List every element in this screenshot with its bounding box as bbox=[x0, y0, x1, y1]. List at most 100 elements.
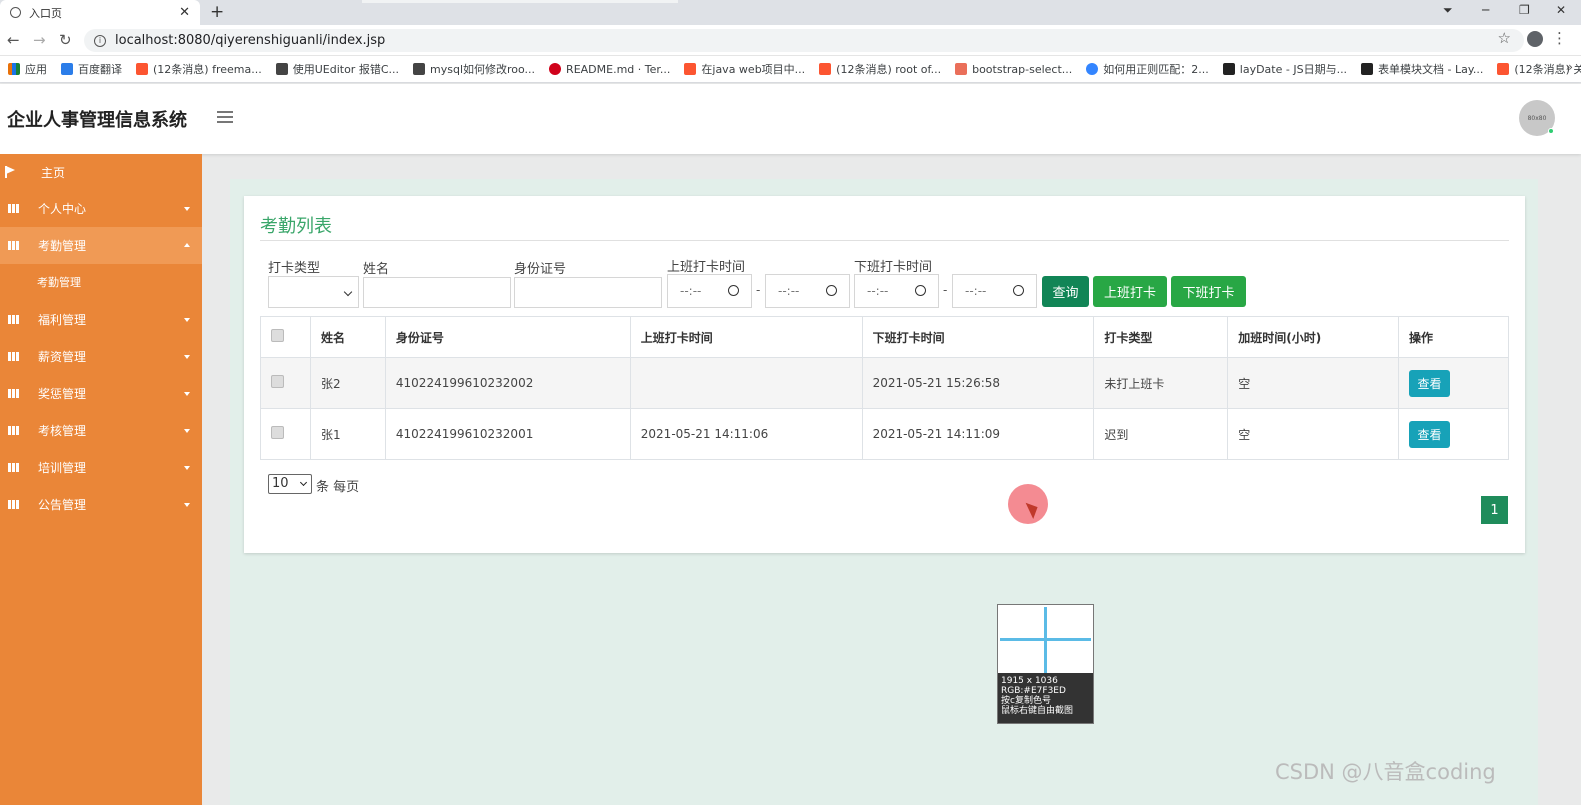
caret-down-icon bbox=[184, 429, 190, 433]
forward-icon[interactable]: → bbox=[33, 31, 46, 49]
brand-title: 企业人事管理信息系统 bbox=[7, 110, 187, 131]
sidebar-subitem-attendance[interactable]: 考勤管理 bbox=[0, 265, 202, 299]
bookmark-item[interactable]: 使用UEditor 报错C... bbox=[275, 61, 399, 77]
restore-icon[interactable]: ❐ bbox=[1519, 3, 1530, 17]
sidebar-item-home[interactable]: 主页 bbox=[0, 154, 202, 191]
csdn-icon bbox=[684, 63, 697, 75]
info-icon[interactable]: i bbox=[94, 34, 106, 47]
bookmark-star-icon[interactable]: ☆ bbox=[1498, 29, 1511, 47]
bookmark-item[interactable]: mysql如何修改roo... bbox=[413, 61, 535, 77]
bookmark-item[interactable]: 表单模块文档 - Lay... bbox=[1361, 61, 1483, 77]
sidebar-item-attendance[interactable]: 考勤管理 bbox=[0, 227, 202, 264]
name-filter-label: 姓名 bbox=[363, 262, 390, 277]
column-header[interactable]: 加班时间(小时) bbox=[1227, 316, 1400, 358]
view-button[interactable]: 查看 bbox=[1409, 369, 1451, 397]
sidebar-item-training[interactable]: 培训管理 bbox=[0, 449, 202, 486]
query-button[interactable]: 查询 bbox=[1042, 276, 1089, 307]
new-tab-icon[interactable]: + bbox=[210, 2, 224, 22]
window-close-icon[interactable]: ✕ bbox=[1556, 3, 1566, 17]
view-button[interactable]: 查看 bbox=[1409, 420, 1451, 448]
color-picker-overlay: 1915 x 1036 RGB:#E7F3ED 按c复制色号 鼠标右键自由截图 bbox=[997, 604, 1094, 724]
action-cell: 查看 bbox=[1398, 408, 1509, 460]
clock-icon[interactable] bbox=[1013, 285, 1024, 296]
column-header[interactable]: 打卡类型 bbox=[1093, 316, 1229, 358]
name-filter-input[interactable] bbox=[363, 277, 511, 308]
column-header[interactable]: 上班打卡时间 bbox=[629, 316, 863, 358]
clock-out-start-time-input[interactable]: --:-- bbox=[854, 274, 939, 308]
attendance-table: 姓名 身份证号 上班打卡时间 下班打卡时间 打卡类型 加班时间(小时) 操作 张… bbox=[260, 316, 1509, 460]
picker-info: 1915 x 1036 RGB:#E7F3ED 按c复制色号 鼠标右键自由截图 bbox=[998, 673, 1093, 723]
clock-icon[interactable] bbox=[826, 285, 837, 296]
reload-icon[interactable]: ↻ bbox=[59, 31, 72, 49]
loading-bar bbox=[362, 0, 678, 3]
id-cell: 410224199610232001 bbox=[384, 408, 631, 460]
menu-toggle-icon[interactable] bbox=[217, 111, 233, 123]
watermark: CSDN @八音盒coding bbox=[1275, 760, 1496, 784]
sidebar-item-label: 薪资管理 bbox=[38, 350, 87, 364]
type-filter-select[interactable] bbox=[268, 276, 359, 308]
browser-tab[interactable]: 入口页 ✕ bbox=[0, 0, 200, 25]
clock-icon[interactable] bbox=[915, 285, 926, 296]
site-icon bbox=[275, 63, 288, 75]
globe-icon bbox=[10, 7, 21, 18]
page-button-current[interactable]: 1 bbox=[1481, 496, 1508, 524]
clock-in-filter-label: 上班打卡时间 bbox=[667, 260, 746, 275]
clock-in-cell: 2021-05-21 14:11:06 bbox=[629, 408, 863, 460]
type-cell: 未打上班卡 bbox=[1093, 357, 1229, 409]
row-checkbox[interactable] bbox=[271, 375, 284, 388]
translate-icon bbox=[61, 63, 73, 75]
sidebar-item-salary[interactable]: 薪资管理 bbox=[0, 338, 202, 375]
column-header[interactable]: 姓名 bbox=[309, 316, 386, 358]
bookmark-item[interactable]: 百度翻译 bbox=[61, 61, 122, 77]
sidebar-item-welfare[interactable]: 福利管理 bbox=[0, 301, 202, 338]
bookmark-item[interactable]: bootstrap-select... bbox=[955, 63, 1072, 76]
clock-icon[interactable] bbox=[728, 285, 739, 296]
sidebar-item-assessment[interactable]: 考核管理 bbox=[0, 412, 202, 449]
site-icon bbox=[413, 63, 425, 75]
clock-in-button[interactable]: 上班打卡 bbox=[1093, 276, 1167, 307]
account-icon[interactable] bbox=[1527, 31, 1543, 47]
baidu-icon bbox=[1086, 63, 1099, 75]
sidebar-item-personal-center[interactable]: 个人中心 bbox=[0, 190, 202, 227]
url-input[interactable]: i localhost:8080/qiyerenshiguanli/index.… bbox=[84, 29, 1524, 52]
row-checkbox[interactable] bbox=[271, 426, 284, 439]
sidebar-item-notices[interactable]: 公告管理 bbox=[0, 486, 202, 523]
column-header[interactable]: 下班打卡时间 bbox=[861, 316, 1095, 358]
avatar[interactable]: 80x80 bbox=[1519, 100, 1555, 136]
overtime-cell: 空 bbox=[1227, 357, 1400, 409]
back-icon[interactable]: ← bbox=[7, 31, 20, 49]
caret-down-icon bbox=[184, 392, 190, 396]
bookmark-item[interactable]: README.md · Ter... bbox=[549, 63, 670, 76]
address-bar-row: ← → ↻ i localhost:8080/qiyerenshiguanli/… bbox=[0, 25, 1581, 56]
name-cell: 张1 bbox=[309, 408, 386, 460]
sidebar-item-rewards[interactable]: 奖惩管理 bbox=[0, 375, 202, 412]
clock-out-button[interactable]: 下班打卡 bbox=[1171, 276, 1246, 307]
bookmarks-more-icon[interactable]: » bbox=[1566, 60, 1573, 74]
grid-icon bbox=[8, 204, 19, 213]
id-filter-input[interactable] bbox=[514, 277, 662, 308]
clock-in-start-time-input[interactable]: --:-- bbox=[667, 274, 752, 308]
minimize-icon[interactable]: ─ bbox=[1482, 3, 1489, 17]
range-dash: - bbox=[943, 283, 948, 297]
tab-close-icon[interactable]: ✕ bbox=[179, 5, 190, 20]
menu-kebab-icon[interactable]: ⋮ bbox=[1552, 29, 1567, 47]
clock-out-filter-label: 下班打卡时间 bbox=[854, 260, 933, 275]
panel-title: 考勤列表 bbox=[260, 216, 332, 237]
per-page-select[interactable]: 10 bbox=[268, 474, 312, 494]
bookmark-item[interactable]: 在java web项目中... bbox=[684, 61, 805, 77]
type-cell: 迟到 bbox=[1093, 408, 1229, 460]
bookmark-apps[interactable]: 应用 bbox=[8, 61, 47, 77]
sidebar-item-label: 培训管理 bbox=[38, 461, 87, 475]
profile-dropdown-icon[interactable]: ⏷ bbox=[1443, 3, 1453, 18]
grid-icon bbox=[8, 315, 19, 324]
select-all-checkbox[interactable] bbox=[271, 329, 284, 342]
sidebar-item-label: 奖惩管理 bbox=[38, 387, 87, 401]
bookmark-item[interactable]: 如何用正则匹配：2... bbox=[1086, 61, 1209, 77]
clock-in-end-time-input[interactable]: --:-- bbox=[765, 274, 850, 308]
column-header[interactable]: 身份证号 bbox=[384, 316, 631, 358]
bookmark-item[interactable]: (12条消息) root of... bbox=[819, 61, 941, 77]
bookmark-item[interactable]: layDate - JS日期与... bbox=[1222, 61, 1347, 77]
picker-size: 1915 x 1036 bbox=[1001, 676, 1058, 686]
bookmark-item[interactable]: (12条消息) freema... bbox=[136, 61, 262, 77]
clock-out-end-time-input[interactable]: --:-- bbox=[952, 274, 1037, 308]
